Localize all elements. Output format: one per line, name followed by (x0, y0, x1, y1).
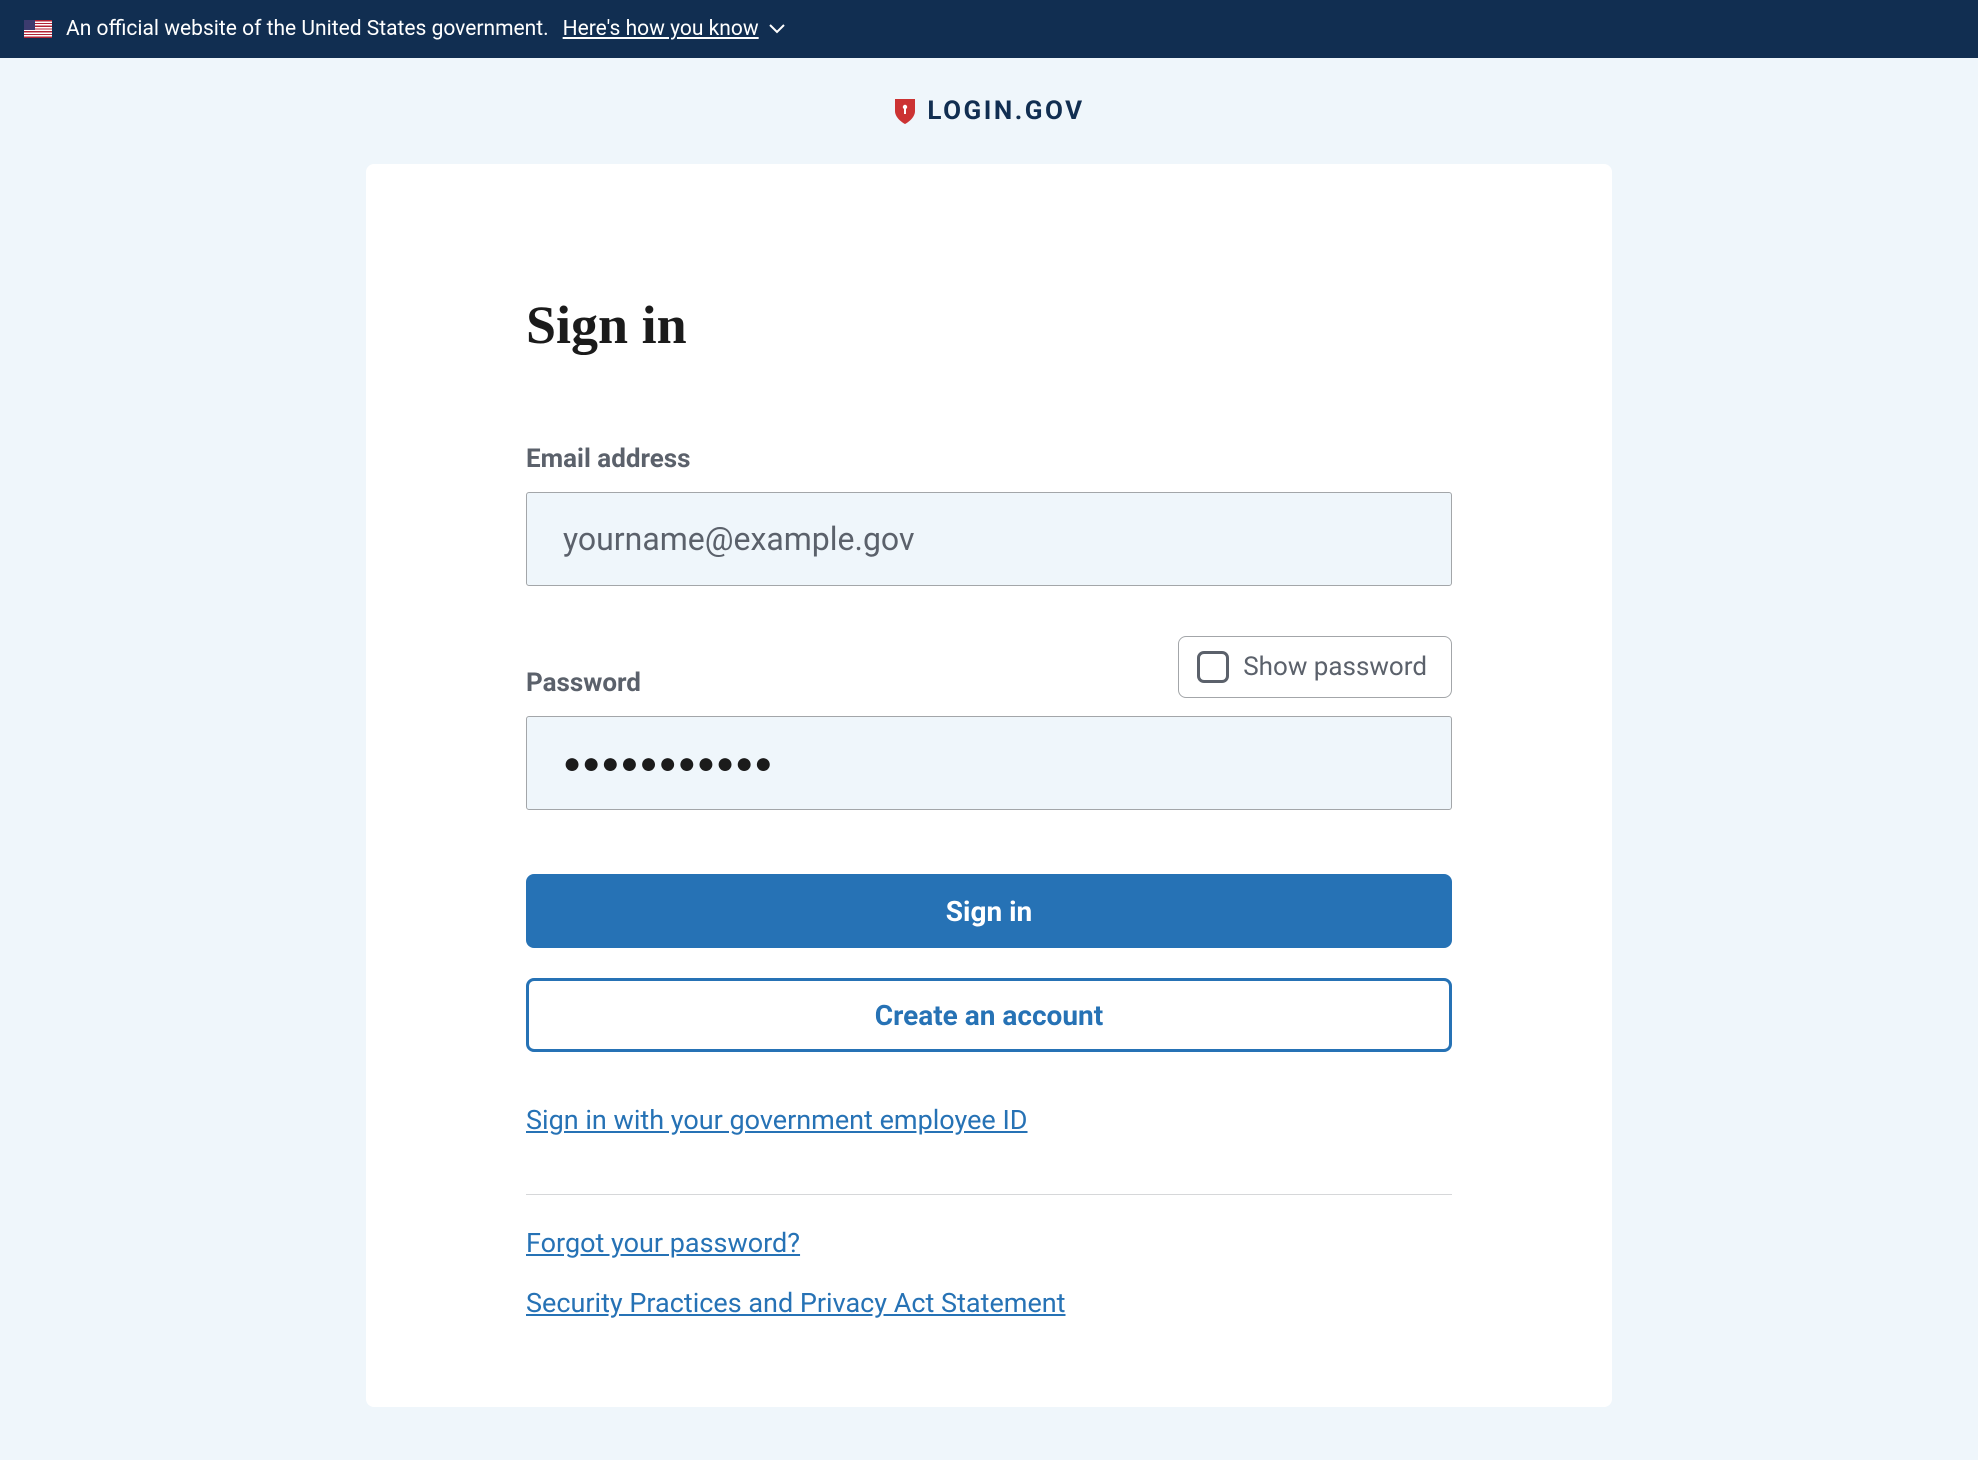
show-password-toggle[interactable]: Show password (1178, 636, 1452, 698)
us-flag-icon (24, 20, 52, 38)
email-label: Email address (526, 444, 1452, 474)
signin-card: Sign in Email address Password Show pass… (366, 164, 1612, 1407)
logo-text: LOGIN.GOV (927, 96, 1084, 126)
banner-text: An official website of the United States… (66, 17, 549, 41)
show-password-label: Show password (1243, 652, 1427, 682)
checkbox-icon (1197, 651, 1229, 683)
forgot-password-link[interactable]: Forgot your password? (526, 1227, 800, 1259)
password-label: Password (526, 668, 1178, 698)
logo-area: LOGIN.GOV (0, 58, 1978, 164)
piv-signin-link[interactable]: Sign in with your government employee ID (526, 1104, 1028, 1136)
chevron-down-icon (769, 24, 785, 34)
signin-button[interactable]: Sign in (526, 874, 1452, 948)
page-title: Sign in (526, 294, 1452, 356)
privacy-link[interactable]: Security Practices and Privacy Act State… (526, 1287, 1066, 1319)
shield-icon (893, 97, 917, 125)
how-you-know-label: Here's how you know (563, 17, 759, 41)
gov-banner: An official website of the United States… (0, 0, 1978, 58)
password-input[interactable]: ●●●●●●●●●●● (526, 716, 1452, 810)
create-account-button[interactable]: Create an account (526, 978, 1452, 1052)
password-value: ●●●●●●●●●●● (563, 746, 773, 781)
how-you-know-link[interactable]: Here's how you know (563, 17, 785, 41)
divider (526, 1194, 1452, 1195)
email-input[interactable] (526, 492, 1452, 586)
